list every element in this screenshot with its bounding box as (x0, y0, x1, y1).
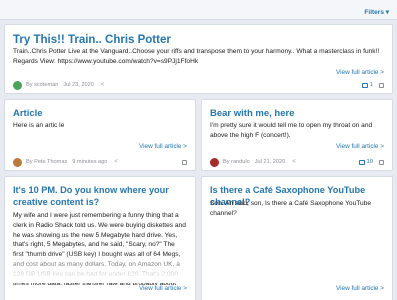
view-full-article-link[interactable]: View full article > (336, 143, 384, 150)
author-name[interactable]: By randulo (223, 159, 250, 165)
avatar[interactable] (13, 80, 22, 90)
view-full-article-link[interactable]: View full article > (139, 143, 187, 150)
article-excerpt: Train..Chris Potter Live at the Vanguard… (13, 48, 380, 65)
article-card: Article Here is an artic le View full ar… (4, 99, 196, 171)
filter-bar: Filters ▾ (0, 0, 397, 20)
view-full-article-link[interactable]: View full article > (336, 69, 384, 76)
post-date: 9 minutes ago (72, 159, 108, 165)
article-card: It's 10 PM. Do you know where your creat… (4, 176, 196, 300)
filters-button[interactable]: Filters ▾ (364, 8, 389, 16)
article-excerpt: Here is an artic le (13, 122, 65, 129)
share-icon[interactable]: < (114, 159, 118, 165)
author-name[interactable]: By scoteman (26, 82, 58, 88)
comment-icon[interactable] (358, 159, 365, 165)
share-icon[interactable]: < (292, 159, 296, 165)
article-meta: By scoteman Jul 23, 2020 < 1 (13, 80, 384, 90)
post-date: Jul 23, 2020 (63, 82, 94, 88)
article-card: Bear with me, here I'm pretty sure it wo… (201, 99, 393, 171)
avatar[interactable] (13, 157, 22, 167)
view-full-article-link[interactable]: View full article > (336, 285, 384, 292)
post-date: Jul 21, 2020 (254, 159, 286, 165)
bookmark-icon[interactable] (379, 159, 384, 165)
author-name[interactable]: By Pete Thomas (26, 159, 67, 165)
article-excerpt: I'm pretty sure it would tell me to open… (210, 122, 373, 139)
avatar[interactable] (210, 157, 219, 167)
article-meta: By randulo Jul 21, 2020 < 10 (210, 157, 384, 167)
excerpt-fade (5, 253, 195, 283)
article-title[interactable]: It's 10 PM. Do you know where your creat… (13, 185, 187, 208)
comment-count[interactable]: 1 (370, 82, 373, 88)
article-title[interactable]: Try This!! Train.. Chris Potter (13, 33, 384, 47)
share-icon[interactable]: < (101, 82, 105, 88)
comment-icon[interactable] (361, 82, 368, 88)
article-card: Is there a Café Saxophone YouTube channe… (201, 176, 393, 300)
article-card: Try This!! Train.. Chris Potter Train..C… (4, 24, 393, 94)
view-full-article-link[interactable]: View full article > (139, 285, 187, 292)
article-meta: By Pete Thomas 9 minutes ago < (13, 157, 187, 167)
article-excerpt: Son. Ah said, son, Is there a Café Saxop… (210, 200, 372, 217)
bookmark-icon[interactable] (379, 82, 384, 88)
bookmark-icon[interactable] (182, 159, 187, 165)
article-title[interactable]: Bear with me, here (210, 108, 384, 120)
comment-count[interactable]: 10 (367, 159, 373, 165)
article-title[interactable]: Article (13, 108, 187, 120)
